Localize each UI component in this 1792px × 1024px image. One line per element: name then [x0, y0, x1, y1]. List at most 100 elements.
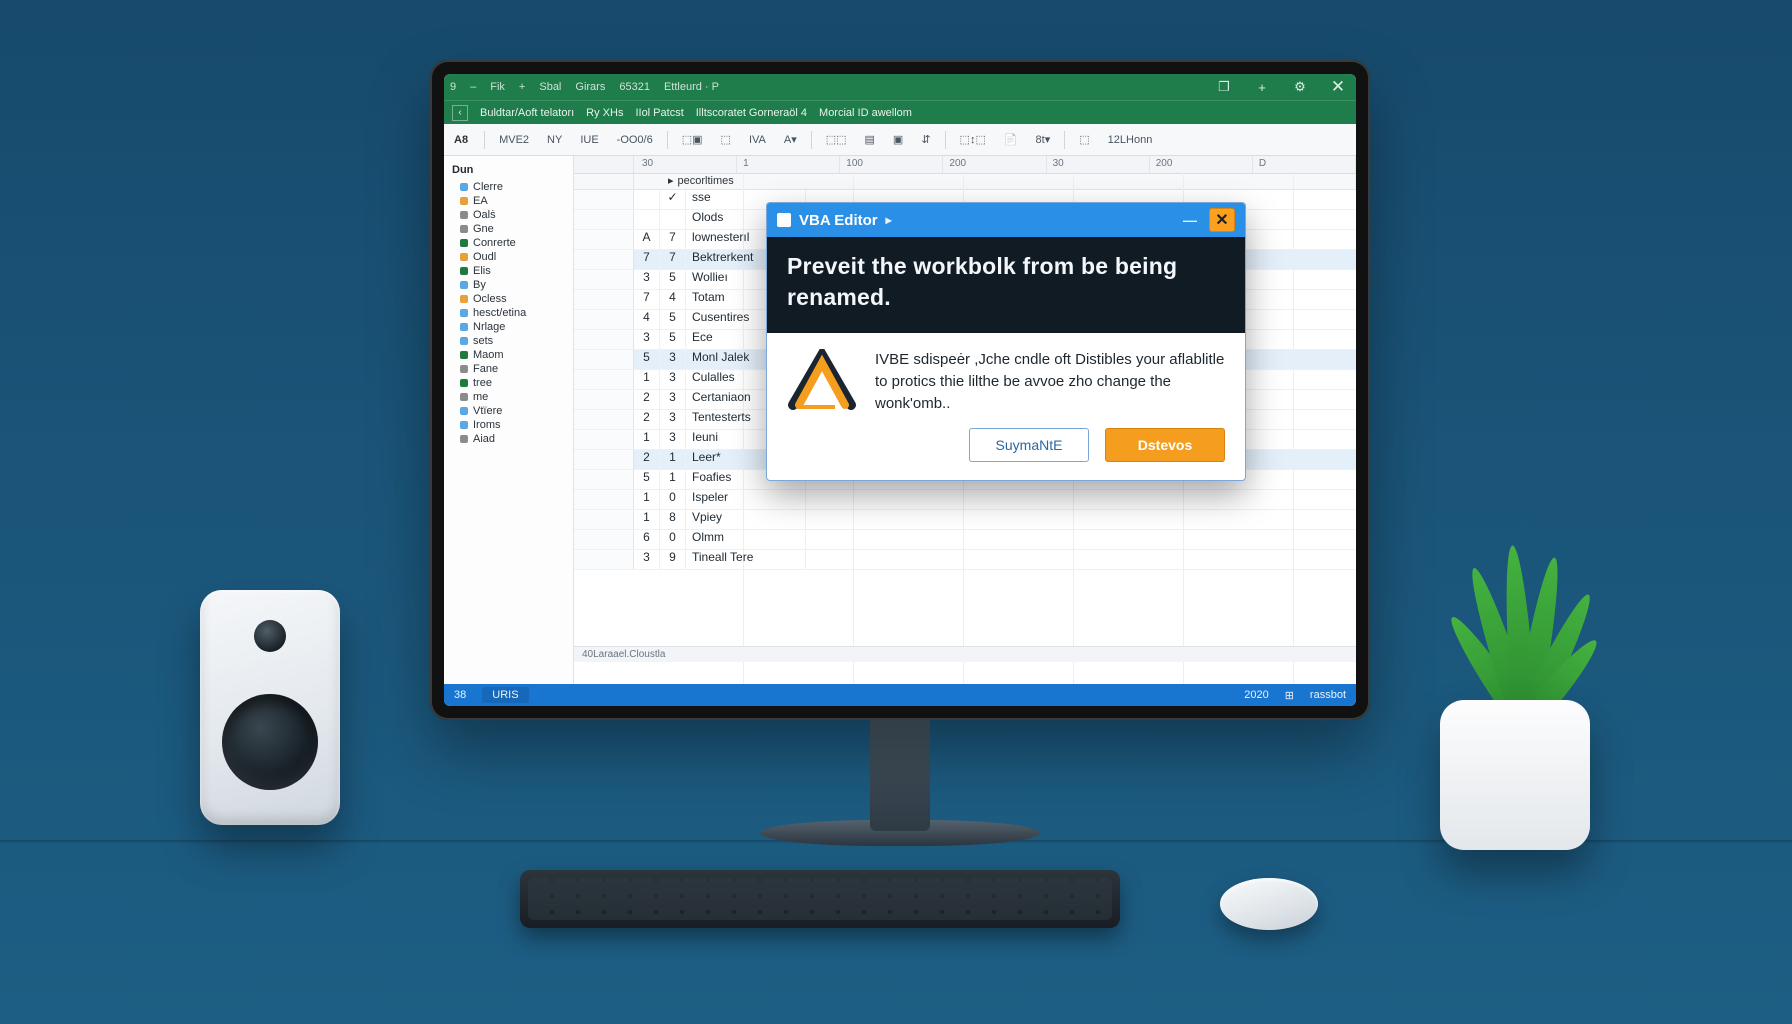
- toolbar-button[interactable]: A▾: [780, 131, 801, 148]
- dialog-secondary-button[interactable]: SuymaNtE: [969, 428, 1089, 462]
- cell[interactable]: Tineall Tere: [686, 550, 806, 569]
- menu-item[interactable]: Buldtar/Aoft telatorı: [480, 107, 574, 119]
- toolbar-button[interactable]: ⬚: [1075, 131, 1093, 148]
- window-close-icon[interactable]: ✕: [1326, 78, 1350, 96]
- cell[interactable]: [634, 210, 660, 229]
- cell[interactable]: 5: [634, 350, 660, 369]
- sidebar-item[interactable]: Oalṡ: [448, 208, 569, 222]
- cell[interactable]: 7: [634, 250, 660, 269]
- window-add-icon[interactable]: +: [1250, 78, 1274, 96]
- menu-item[interactable]: Illtscoratet Gorneraöl 4: [696, 107, 807, 119]
- sidebar-item[interactable]: hesct/etina: [448, 306, 569, 320]
- cell[interactable]: 1: [660, 450, 686, 469]
- window-settings-icon[interactable]: ⚙: [1288, 78, 1312, 96]
- sidebar-item[interactable]: Iroms: [448, 418, 569, 432]
- sidebar-item[interactable]: Oudl: [448, 250, 569, 264]
- cell[interactable]: 0: [660, 490, 686, 509]
- formula-bar[interactable]: 40Laraael.Cloustla: [574, 646, 1356, 662]
- sidebar-item[interactable]: Vtïere: [448, 404, 569, 418]
- cell[interactable]: 5: [660, 310, 686, 329]
- cell[interactable]: 1: [634, 490, 660, 509]
- cell[interactable]: 7: [634, 290, 660, 309]
- toolbar-button[interactable]: 12LHonn: [1104, 132, 1157, 148]
- sidebar-item[interactable]: Elis: [448, 264, 569, 278]
- sidebar-item[interactable]: tree: [448, 376, 569, 390]
- sidebar-item[interactable]: sets: [448, 334, 569, 348]
- cell[interactable]: ✓: [660, 190, 686, 209]
- sheet-tab[interactable]: URIS: [482, 687, 528, 703]
- sidebar-item[interactable]: EA: [448, 194, 569, 208]
- table-row[interactable]: 18Vpiey: [574, 510, 1356, 530]
- cell[interactable]: 2: [634, 410, 660, 429]
- sidebar-item[interactable]: Nrlage: [448, 320, 569, 334]
- menu-item[interactable]: Morcial ID awellom: [819, 107, 912, 119]
- table-row[interactable]: 39Tineall Tere: [574, 550, 1356, 570]
- cell[interactable]: 2: [634, 450, 660, 469]
- cell[interactable]: 3: [660, 370, 686, 389]
- toolbar-button[interactable]: ⬚⬚: [822, 131, 851, 148]
- titlebar-item[interactable]: 9: [450, 81, 456, 93]
- cell[interactable]: 7: [660, 250, 686, 269]
- cell[interactable]: 1: [660, 470, 686, 489]
- cell[interactable]: A: [634, 230, 660, 249]
- titlebar-item[interactable]: Girars: [575, 81, 605, 93]
- cell[interactable]: 2: [634, 390, 660, 409]
- toolbar-button[interactable]: -OO0/6: [613, 132, 657, 148]
- cell[interactable]: 1: [634, 430, 660, 449]
- toolbar-button[interactable]: 📄: [1000, 131, 1022, 148]
- cell[interactable]: 6: [634, 530, 660, 549]
- dialog-titlebar[interactable]: VBA Editor ▸ — ✕: [767, 203, 1245, 237]
- menu-item[interactable]: IIol Patcst: [635, 107, 683, 119]
- cell[interactable]: Ispeler: [686, 490, 806, 509]
- sidebar-item[interactable]: By: [448, 278, 569, 292]
- cell[interactable]: 3: [660, 410, 686, 429]
- status-view-icon[interactable]: ⊞: [1285, 689, 1294, 702]
- dialog-minimize-icon[interactable]: —: [1183, 212, 1197, 228]
- cell[interactable]: 4: [660, 290, 686, 309]
- cell[interactable]: 1: [634, 510, 660, 529]
- sidebar-item[interactable]: Ocless: [448, 292, 569, 306]
- name-box[interactable]: A8: [454, 134, 468, 146]
- toolbar-button[interactable]: IUE: [576, 132, 602, 148]
- cell[interactable]: 4: [634, 310, 660, 329]
- cell[interactable]: [660, 210, 686, 229]
- toolbar-button[interactable]: ⬚▣: [678, 131, 707, 148]
- cell[interactable]: 0: [660, 530, 686, 549]
- cell[interactable]: 3: [634, 270, 660, 289]
- cell[interactable]: 1: [634, 370, 660, 389]
- window-restore-icon[interactable]: ❐: [1212, 78, 1236, 96]
- sidebar-item[interactable]: Conrerte: [448, 236, 569, 250]
- sidebar-item[interactable]: Gne: [448, 222, 569, 236]
- titlebar-item[interactable]: Ettleurd · P: [664, 81, 719, 93]
- sidebar-item[interactable]: Maom: [448, 348, 569, 362]
- sidebar-item[interactable]: me: [448, 390, 569, 404]
- sidebar-item[interactable]: Clerre: [448, 180, 569, 194]
- sidebar-item[interactable]: Fane: [448, 362, 569, 376]
- cell[interactable]: Olmm: [686, 530, 806, 549]
- toolbar-button[interactable]: ⇵: [917, 131, 934, 148]
- cell[interactable]: 5: [660, 330, 686, 349]
- cell[interactable]: 3: [660, 350, 686, 369]
- sidebar-item[interactable]: Aiad: [448, 432, 569, 446]
- cell[interactable]: 5: [660, 270, 686, 289]
- cell[interactable]: 5: [634, 470, 660, 489]
- cell[interactable]: 3: [634, 330, 660, 349]
- toolbar-button[interactable]: IVA: [745, 132, 770, 148]
- toolbar-button[interactable]: ⬚↕⬚: [956, 131, 990, 148]
- cell[interactable]: 3: [634, 550, 660, 569]
- table-row[interactable]: 10Ispeler: [574, 490, 1356, 510]
- toolbar-button[interactable]: ▤: [861, 131, 879, 148]
- menu-item[interactable]: Ry XHs: [586, 107, 623, 119]
- cell[interactable]: 9: [660, 550, 686, 569]
- cell[interactable]: [634, 190, 660, 209]
- cell[interactable]: 8: [660, 510, 686, 529]
- titlebar-item[interactable]: Fik: [490, 81, 505, 93]
- titlebar-item[interactable]: Sbal: [539, 81, 561, 93]
- toolbar-button[interactable]: ⬚: [717, 131, 735, 148]
- cell[interactable]: 3: [660, 430, 686, 449]
- cell[interactable]: Vpiey: [686, 510, 806, 529]
- cell[interactable]: 3: [660, 390, 686, 409]
- table-row[interactable]: 60Olmm: [574, 530, 1356, 550]
- dialog-primary-button[interactable]: Dstevos: [1105, 428, 1225, 462]
- toolbar-button[interactable]: MVE2: [495, 132, 533, 148]
